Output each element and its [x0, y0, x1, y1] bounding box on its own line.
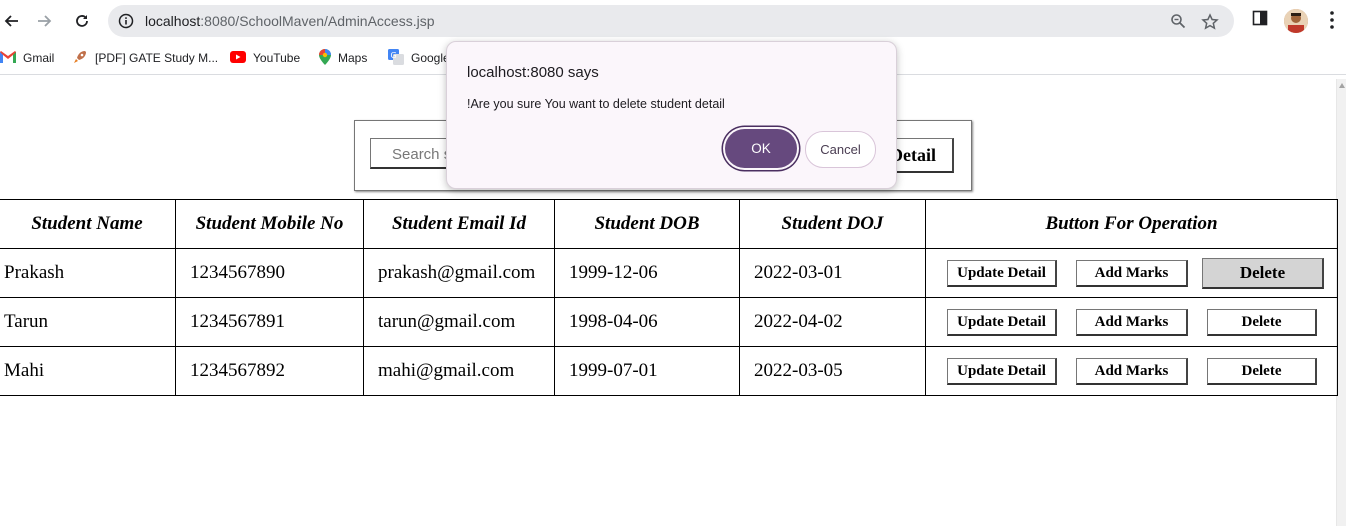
scroll-up-arrow-icon[interactable] [1339, 83, 1345, 88]
cell-operations: Update Detail Add Marks Delete [925, 346, 1338, 396]
bookmark-label: Google [411, 51, 450, 65]
table-row: Prakash 1234567890 prakash@gmail.com 199… [0, 248, 1338, 298]
svg-text:G: G [391, 51, 397, 60]
update-detail-button[interactable]: Update Detail [947, 358, 1057, 385]
cell-mobile: 1234567891 [175, 297, 364, 347]
profile-avatar[interactable] [1284, 9, 1308, 33]
back-arrow-icon [4, 15, 18, 27]
menu-kebab-icon[interactable] [1324, 10, 1340, 35]
bookmark-label: [PDF] GATE Study M... [95, 51, 219, 65]
dialog-message: !Are you sure You want to delete student… [467, 97, 725, 111]
forward-button[interactable] [33, 9, 57, 33]
header-dob: Student DOB [554, 199, 740, 249]
bookmark-gate-study[interactable]: [PDF] GATE Study M... [72, 49, 218, 67]
cell-email: mahi@gmail.com [363, 346, 555, 396]
delete-button[interactable]: Delete [1207, 309, 1317, 336]
cell-email: tarun@gmail.com [363, 297, 555, 347]
bookmark-label: Maps [338, 51, 368, 65]
header-student-name: Student Name [0, 199, 176, 249]
cell-dob: 1998-04-06 [554, 297, 740, 347]
header-operations: Button For Operation [925, 199, 1338, 249]
youtube-icon [230, 50, 246, 66]
address-bar[interactable]: localhost:8080/SchoolMaven/AdminAccess.j… [108, 5, 1234, 37]
add-marks-button[interactable]: Add Marks [1076, 260, 1188, 287]
header-mobile: Student Mobile No [175, 199, 364, 249]
bookmark-star-icon[interactable] [1201, 13, 1219, 36]
cell-mobile: 1234567892 [175, 346, 364, 396]
url-host: localhost [145, 13, 201, 29]
cell-operations: Update Detail Add Marks Delete [925, 297, 1338, 347]
cell-dob: 1999-07-01 [554, 346, 740, 396]
header-email: Student Email Id [363, 199, 555, 249]
table-header-row: Student Name Student Mobile No Student E… [0, 199, 1338, 249]
table-row: Mahi 1234567892 mahi@gmail.com 1999-07-0… [0, 346, 1338, 396]
bookmark-youtube[interactable]: YouTube [230, 49, 300, 67]
add-marks-button[interactable]: Add Marks [1076, 309, 1188, 336]
side-panel-icon[interactable] [1252, 10, 1268, 31]
cancel-button[interactable]: Cancel [805, 131, 876, 168]
cell-name: Tarun [0, 297, 176, 347]
url-path: :8080/SchoolMaven/AdminAccess.jsp [200, 13, 435, 29]
delete-button[interactable]: Delete [1207, 358, 1317, 385]
cell-name: Mahi [0, 346, 176, 396]
cell-dob: 1999-12-06 [554, 248, 740, 298]
site-info-icon[interactable] [118, 13, 134, 34]
bookmark-google-translate[interactable]: G Google [388, 48, 450, 68]
browser-toolbar: localhost:8080/SchoolMaven/AdminAccess.j… [0, 0, 1346, 42]
student-table: Student Name Student Mobile No Student E… [0, 199, 1338, 396]
forward-arrow-icon [38, 15, 52, 27]
cell-email: prakash@gmail.com [363, 248, 555, 298]
bookmark-maps[interactable]: Maps [319, 48, 368, 68]
bookmark-label: YouTube [253, 51, 301, 65]
url-text: localhost:8080/SchoolMaven/AdminAccess.j… [145, 5, 435, 37]
add-marks-button[interactable]: Add Marks [1076, 358, 1188, 385]
cell-doj: 2022-04-02 [739, 297, 926, 347]
confirm-dialog: localhost:8080 says !Are you sure You wa… [446, 41, 897, 189]
bookmark-gmail[interactable]: Gmail [0, 49, 54, 67]
header-doj: Student DOJ [739, 199, 926, 249]
update-detail-button[interactable]: Update Detail [947, 260, 1057, 287]
bookmark-label: Gmail [23, 51, 55, 65]
back-button[interactable] [0, 9, 23, 33]
translate-icon: G [388, 48, 404, 68]
rocket-icon [72, 49, 88, 68]
table-row: Tarun 1234567891 tarun@gmail.com 1998-04… [0, 297, 1338, 347]
zoom-icon[interactable] [1170, 13, 1186, 34]
reload-button[interactable] [70, 9, 94, 33]
cell-doj: 2022-03-01 [739, 248, 926, 298]
cell-operations: Update Detail Add Marks Delete [925, 248, 1338, 298]
ok-button[interactable]: OK [725, 129, 797, 168]
update-detail-button[interactable]: Update Detail [947, 309, 1057, 336]
reload-icon [76, 15, 88, 27]
cell-name: Prakash [0, 248, 176, 298]
cell-doj: 2022-03-05 [739, 346, 926, 396]
dialog-title: localhost:8080 says [467, 64, 599, 81]
delete-button[interactable]: Delete [1202, 258, 1324, 289]
maps-pin-icon [319, 48, 331, 68]
gmail-icon [0, 50, 16, 66]
cell-mobile: 1234567890 [175, 248, 364, 298]
